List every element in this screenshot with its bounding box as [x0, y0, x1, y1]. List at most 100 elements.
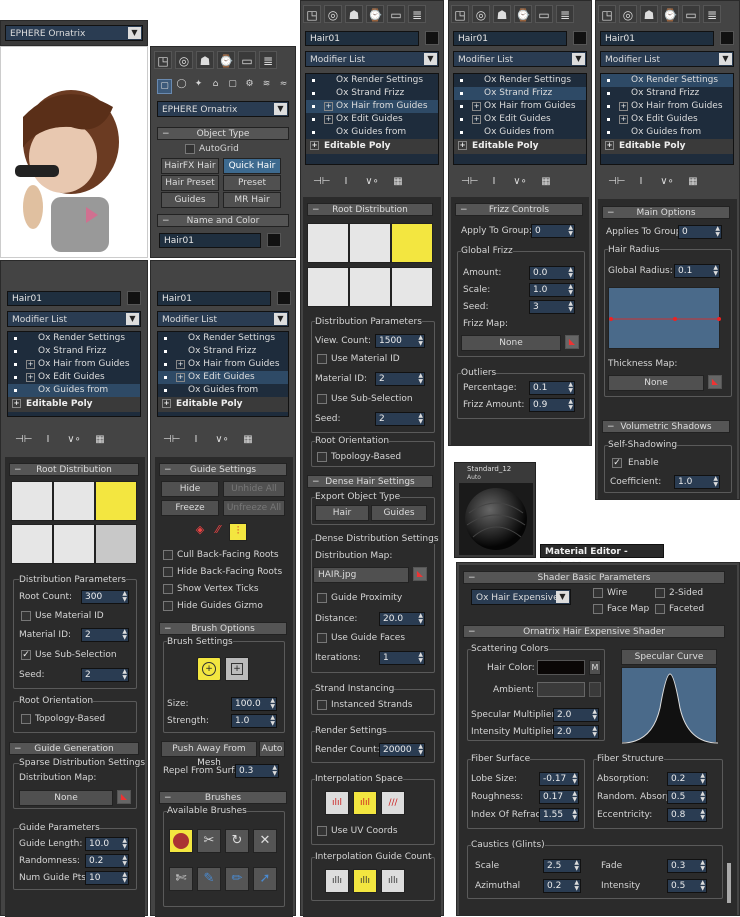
- rollout-root-distribution[interactable]: − Root Distribution: [307, 203, 433, 216]
- tab-hierarchy-icon[interactable]: ☗: [345, 5, 363, 23]
- tab-modify-icon[interactable]: ◎: [619, 5, 637, 23]
- instanced-strands-checkbox[interactable]: [317, 700, 327, 710]
- unfreeze-all-button[interactable]: Unfreeze All: [223, 500, 285, 516]
- systems-icon[interactable]: ≋: [259, 79, 274, 94]
- brush-pencil-icon[interactable]: ✏: [225, 867, 249, 891]
- stack-item[interactable]: Ox Render Settings: [454, 74, 586, 87]
- distribution-swatch-map[interactable]: [95, 524, 137, 564]
- modifier-list-dropdown[interactable]: Modifier List ▼: [600, 51, 734, 67]
- guide-count-three-icon[interactable]: ıllı: [381, 869, 405, 893]
- spinner-arrows-icon[interactable]: ▲ ▼: [568, 267, 573, 279]
- make-unique-icon[interactable]: ∨∘: [513, 176, 527, 188]
- spinner-arrows-icon[interactable]: ▲ ▼: [122, 872, 127, 884]
- push-away-button[interactable]: Push Away From Mesh: [161, 741, 257, 768]
- distribution-swatch-random[interactable]: [11, 481, 53, 521]
- hair-color-map-button[interactable]: M: [589, 660, 601, 675]
- spinner-arrows-icon[interactable]: ▲ ▼: [574, 880, 579, 892]
- expand-icon[interactable]: +: [26, 360, 35, 369]
- iterations-spinner[interactable]: 1 ▲ ▼: [379, 651, 425, 665]
- shader-dropdown[interactable]: Ox Hair Expensive ▼: [471, 589, 571, 605]
- brush-cut-icon[interactable]: ✄: [169, 867, 193, 891]
- spinner-arrows-icon[interactable]: ▲ ▼: [700, 773, 705, 785]
- interp-polar-icon[interactable]: ılıl: [325, 791, 349, 815]
- object-name-field[interactable]: Hair01: [600, 31, 714, 46]
- eccentricity-spinner[interactable]: 0.8 ▲ ▼: [667, 808, 707, 822]
- spec-mult-spinner[interactable]: 2.0 ▲ ▼: [553, 708, 599, 722]
- tab-create-icon[interactable]: ◳: [451, 5, 469, 23]
- ambient-swatch[interactable]: [537, 682, 585, 697]
- enable-checkbox[interactable]: ✓: [612, 458, 622, 468]
- stack-base-object[interactable]: + Editable Poly: [8, 397, 140, 412]
- wave-icon[interactable]: ≈: [276, 79, 291, 94]
- spinner-arrows-icon[interactable]: ▲ ▼: [418, 373, 423, 385]
- brush-comb-icon[interactable]: [169, 829, 193, 853]
- object-color-swatch[interactable]: [127, 291, 141, 305]
- distribution-swatch-vertex[interactable]: [11, 524, 53, 564]
- object-color-swatch[interactable]: [573, 31, 587, 45]
- two-sided-checkbox[interactable]: [655, 588, 665, 598]
- spinner-arrows-icon[interactable]: ▲ ▼: [418, 413, 423, 425]
- spinner-arrows-icon[interactable]: ▲ ▼: [592, 726, 597, 738]
- tab-display-icon[interactable]: ▭: [535, 5, 553, 23]
- stack-item[interactable]: Ox Render Settings: [158, 332, 288, 345]
- spinner-arrows-icon[interactable]: ▲ ▼: [122, 591, 127, 603]
- spinner-arrows-icon[interactable]: ▲ ▼: [592, 709, 597, 721]
- brush-mode-box-icon[interactable]: +: [225, 657, 249, 681]
- rollout-name-color[interactable]: − Name and Color: [157, 214, 289, 227]
- stack-item-selected[interactable]: Ox Strand Frizz: [454, 87, 586, 100]
- object-name-field[interactable]: Hair01: [305, 31, 419, 46]
- randomness-spinner[interactable]: 0.2 ▲ ▼: [85, 854, 129, 868]
- spinner-arrows-icon[interactable]: ▲ ▼: [700, 809, 705, 821]
- spinner-arrows-icon[interactable]: ▲ ▼: [122, 838, 127, 850]
- ambient-lock[interactable]: [589, 682, 601, 697]
- coefficient-spinner[interactable]: 1.0 ▲ ▼: [674, 475, 720, 489]
- caustic-scale-spinner[interactable]: 2.5 ▲ ▼: [543, 859, 581, 873]
- apply-group-spinner[interactable]: 0 ▲ ▼: [531, 224, 575, 238]
- modifier-list-dropdown[interactable]: Modifier List ▼: [453, 51, 587, 67]
- expand-icon[interactable]: +: [162, 399, 171, 408]
- select-guide-icon[interactable]: ⁄⁄: [211, 523, 225, 537]
- stack-item[interactable]: Ox Strand Frizz: [8, 345, 140, 358]
- spinner-arrows-icon[interactable]: ▲ ▼: [700, 860, 705, 872]
- stack-base-object[interactable]: + Editable Poly: [158, 397, 288, 412]
- rollout-root-distribution[interactable]: − Root Distribution: [9, 463, 139, 476]
- tab-utilities-icon[interactable]: ≣: [703, 5, 721, 23]
- spinner-arrows-icon[interactable]: ▲ ▼: [574, 860, 579, 872]
- map-picker-icon[interactable]: ◣: [708, 375, 722, 389]
- expand-icon[interactable]: +: [176, 360, 185, 369]
- object-color-swatch[interactable]: [425, 31, 439, 45]
- expand-icon[interactable]: +: [26, 373, 35, 382]
- repel-spinner[interactable]: 0.3 ▲ ▼: [235, 764, 279, 778]
- use-uv-checkbox[interactable]: [317, 826, 327, 836]
- map-picker-icon[interactable]: ◣: [117, 790, 131, 804]
- frizz-amount-spinner[interactable]: 0.9 ▲ ▼: [529, 398, 575, 412]
- spinner-arrows-icon[interactable]: ▲ ▼: [122, 669, 127, 681]
- show-end-result-icon[interactable]: Ι: [339, 176, 353, 188]
- tab-motion-icon[interactable]: ⌚: [217, 51, 235, 69]
- quick-hair-button[interactable]: Quick Hair: [223, 158, 281, 174]
- tab-create-icon[interactable]: ◳: [154, 51, 172, 69]
- specular-curve-graph[interactable]: [621, 667, 719, 744]
- rollout-shader-basic[interactable]: − Shader Basic Parameters: [463, 571, 725, 584]
- rollout-expensive-shader[interactable]: − Ornatrix Hair Expensive Shader: [463, 625, 725, 638]
- spinner-arrows-icon[interactable]: ▲ ▼: [572, 773, 577, 785]
- show-end-result-icon[interactable]: Ι: [41, 434, 55, 446]
- tab-motion-icon[interactable]: ⌚: [366, 5, 384, 23]
- object-color-swatch[interactable]: [720, 31, 734, 45]
- hide-button[interactable]: Hide: [161, 481, 219, 497]
- modifier-list-dropdown[interactable]: Modifier List ▼: [7, 311, 141, 327]
- thickness-map-button[interactable]: None: [608, 375, 704, 391]
- plugin-dropdown[interactable]: EPHERE Ornatrix ▼: [5, 25, 143, 41]
- int-mult-spinner[interactable]: 2.0 ▲ ▼: [553, 725, 599, 739]
- spinner-arrows-icon[interactable]: ▲ ▼: [418, 335, 423, 347]
- tab-motion-icon[interactable]: ⌚: [514, 5, 532, 23]
- hair-preset-button[interactable]: Hair Preset: [161, 175, 219, 191]
- specular-curve-button[interactable]: Specular Curve: [621, 649, 717, 665]
- distribution-swatch-selected[interactable]: [95, 481, 137, 521]
- configure-sets-icon[interactable]: ▦: [686, 176, 700, 188]
- configure-sets-icon[interactable]: ▦: [391, 176, 405, 188]
- spinner-arrows-icon[interactable]: ▲ ▼: [418, 744, 423, 756]
- tab-display-icon[interactable]: ▭: [238, 51, 256, 69]
- brush-mode-add-icon[interactable]: +: [197, 657, 221, 681]
- rand-abs-spinner[interactable]: 0.5 ▲ ▼: [667, 790, 707, 804]
